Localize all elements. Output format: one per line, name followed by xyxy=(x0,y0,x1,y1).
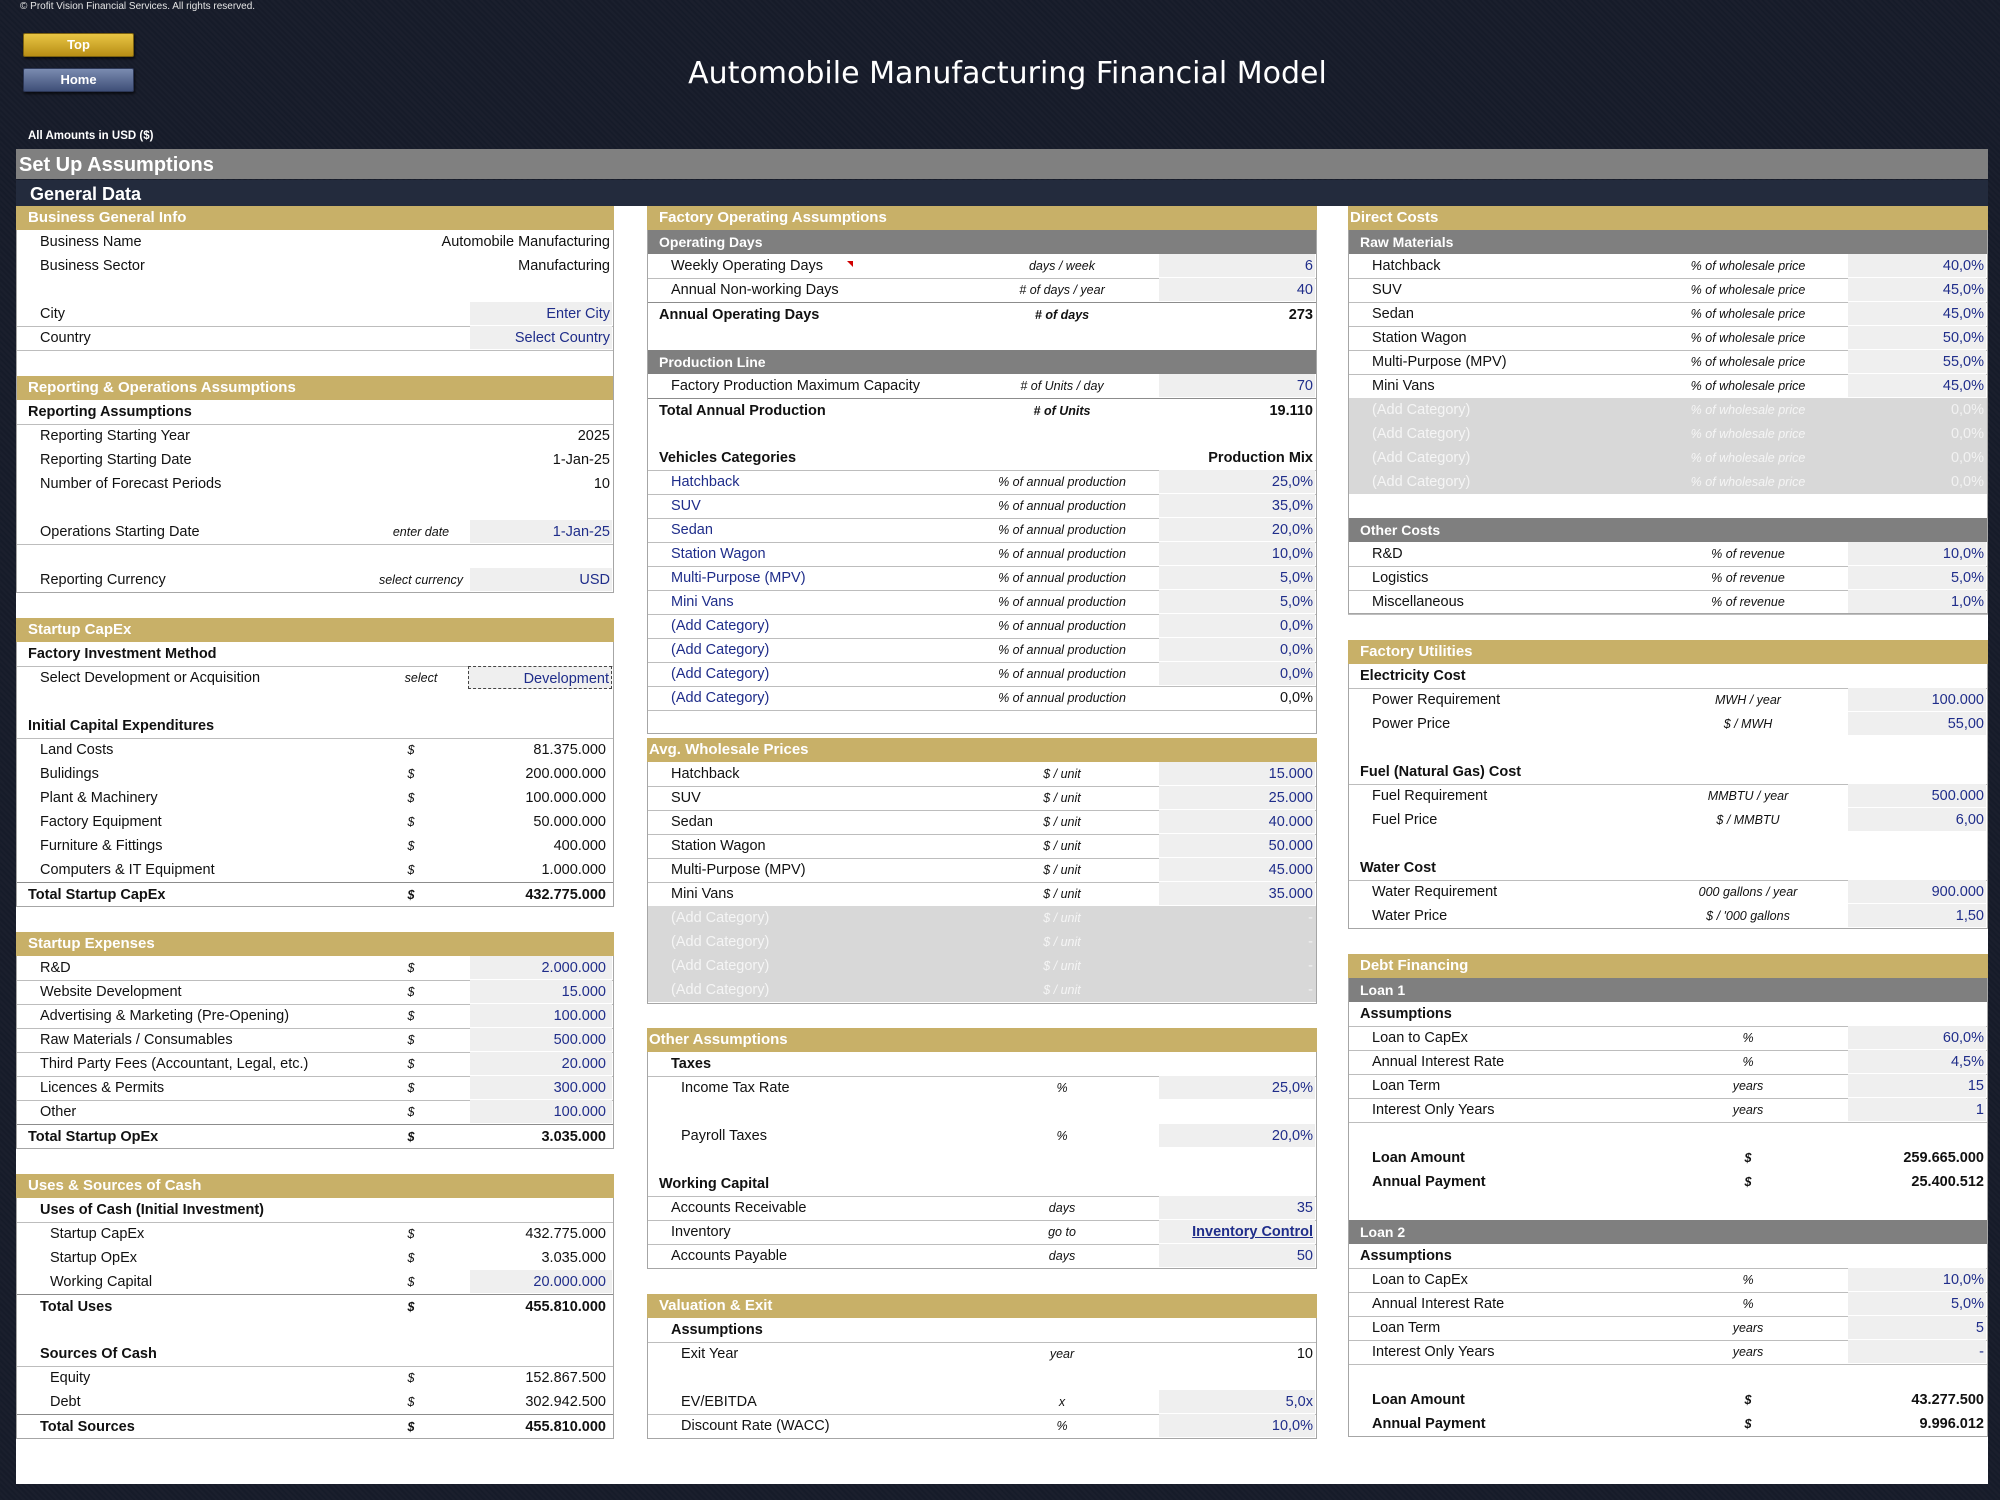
startup-capex-header: Startup CapEx xyxy=(16,618,614,642)
page-title: Automobile Manufacturing Financial Model xyxy=(688,56,1327,91)
business-info-header: Business General Info xyxy=(16,206,614,230)
uses-sources-header: Uses & Sources of Cash xyxy=(16,1174,614,1198)
assumptions-sheet: Business General Info Business Name Auto… xyxy=(16,206,1988,1484)
debt-financing-header: Debt Financing xyxy=(1348,954,1988,978)
copyright-text: © Profit Vision Financial Services. All … xyxy=(20,1,256,12)
wholesale-prices-header: Avg. Wholesale Prices xyxy=(647,738,1317,762)
utilities-header: Factory Utilities xyxy=(1348,640,1988,664)
amounts-currency-label: All Amounts in USD ($) xyxy=(28,130,154,142)
general-data-header: General Data xyxy=(16,180,1988,206)
frame-factory xyxy=(647,230,1317,734)
frame-valuation xyxy=(647,1318,1317,1439)
valuation-header: Valuation & Exit xyxy=(647,1294,1317,1318)
frame-expenses xyxy=(16,956,614,1149)
setup-assumptions-header: Set Up Assumptions xyxy=(16,149,1988,179)
top-button[interactable]: Top xyxy=(23,33,134,57)
frame-prices xyxy=(647,762,1317,1004)
other-assumptions-header: Other Assumptions xyxy=(647,1028,1317,1052)
frame-uses xyxy=(16,1198,614,1439)
frame-utilities xyxy=(1348,664,1988,929)
direct-costs-header: Direct Costs xyxy=(1348,206,1988,230)
factory-ops-header: Factory Operating Assumptions xyxy=(647,206,1317,230)
frame-direct xyxy=(1348,230,1988,614)
frame-capex xyxy=(16,642,614,907)
frame-reporting xyxy=(16,230,614,593)
frame-debt xyxy=(1348,978,1988,1437)
startup-expenses-header: Startup Expenses xyxy=(16,932,614,956)
frame-other xyxy=(647,1052,1317,1269)
